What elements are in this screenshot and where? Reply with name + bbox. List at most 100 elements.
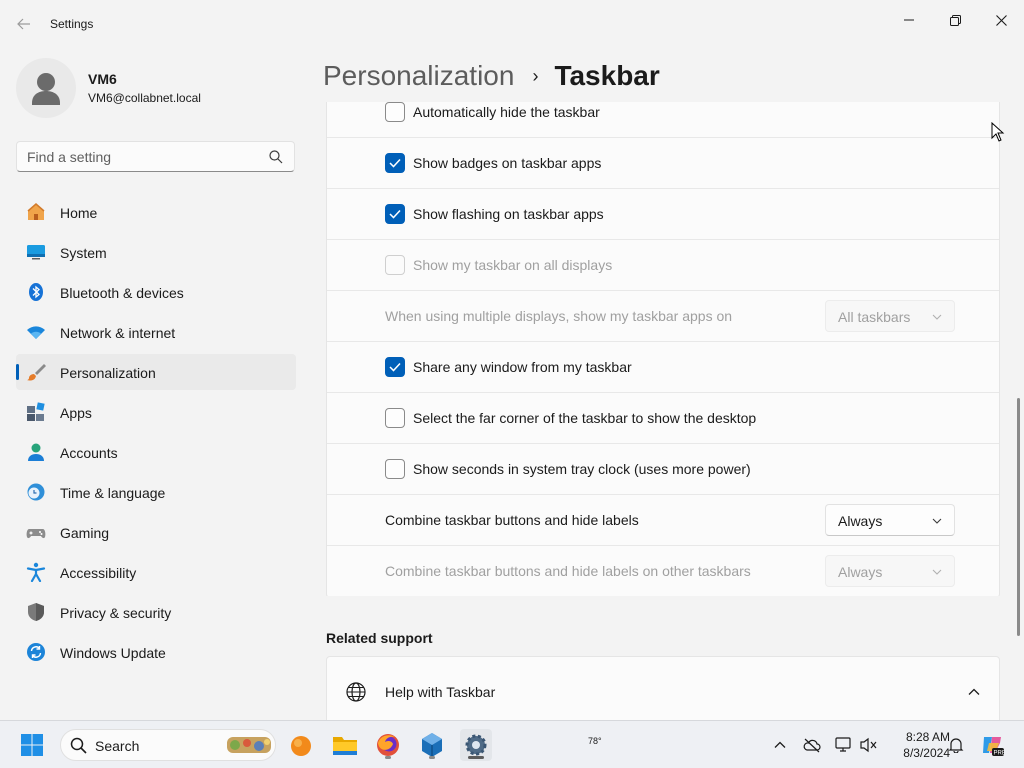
minimize-button[interactable]: [886, 4, 932, 36]
chevron-down-icon: [932, 314, 942, 320]
all-displays-checkbox: [385, 255, 405, 275]
taskbar-app-virtualbox[interactable]: [416, 729, 448, 761]
avatar: [16, 58, 76, 118]
search-highlight-icon: [227, 737, 271, 753]
person-avatar-icon: [32, 73, 60, 105]
sidebar-item-label: Apps: [60, 405, 92, 421]
far-corner-checkbox[interactable]: [385, 408, 405, 428]
dropdown-value: Always: [838, 564, 883, 580]
wifi-icon: [27, 326, 45, 339]
search-icon: [70, 737, 87, 754]
weather-widget[interactable]: 78°: [288, 729, 602, 761]
sidebar-item-system[interactable]: System: [16, 234, 296, 270]
checkmark-icon: [389, 362, 401, 372]
search-input[interactable]: [17, 142, 262, 171]
setting-row-all-displays: Show my taskbar on all displays: [327, 240, 999, 291]
combine-buttons-dropdown[interactable]: Always: [825, 504, 955, 536]
help-with-taskbar[interactable]: Help with Taskbar: [326, 656, 1000, 724]
sidebar-item-time-language[interactable]: Time & language: [16, 474, 296, 510]
file-explorer-icon: [333, 737, 357, 755]
sidebar-item-accounts[interactable]: Accounts: [16, 434, 296, 470]
notifications-button[interactable]: [946, 735, 966, 755]
sidebar-item-apps[interactable]: Apps: [16, 394, 296, 430]
sidebar-item-label: Bluetooth & devices: [60, 285, 184, 301]
scrollbar-thumb[interactable]: [1017, 398, 1020, 636]
minimize-icon: [904, 19, 914, 21]
user-profile[interactable]: VM6 VM6@collabnet.local: [16, 58, 296, 118]
sidebar-item-privacy-security[interactable]: Privacy & security: [16, 594, 296, 630]
setting-label: Combine taskbar buttons and hide labels …: [385, 563, 751, 579]
share-window-checkbox[interactable]: [385, 357, 405, 377]
setting-label: Share any window from my taskbar: [413, 359, 632, 375]
setting-row-flashing: Show flashing on taskbar apps: [327, 189, 999, 240]
taskbar-app-settings[interactable]: [460, 729, 492, 761]
user-name: VM6: [88, 71, 117, 87]
settings-card: Automatically hide the taskbar Show badg…: [326, 102, 1000, 596]
onedrive-tray[interactable]: [802, 735, 822, 755]
clock-time: 8:28 AM: [905, 730, 950, 744]
page-title: Taskbar: [554, 60, 660, 91]
clock-date: 8/3/2024: [903, 746, 950, 760]
sidebar-item-label: Gaming: [60, 525, 110, 541]
sidebar-item-accessibility[interactable]: Accessibility: [16, 554, 296, 590]
title-bar: Settings: [0, 0, 1024, 48]
open-indicator: [429, 756, 435, 759]
taskbar-search-label: Search: [95, 738, 140, 754]
start-icon: [21, 734, 43, 756]
sync-icon: [27, 643, 45, 661]
restore-button[interactable]: [932, 4, 978, 36]
multi-display-dropdown: All taskbars: [825, 300, 955, 332]
breadcrumb-parent[interactable]: Personalization: [323, 60, 514, 92]
setting-label: Show my taskbar on all displays: [413, 257, 613, 273]
person-icon: [28, 443, 44, 461]
sidebar-item-label: Home: [60, 205, 98, 221]
taskbar-app-firefox[interactable]: [372, 729, 404, 761]
copilot-button[interactable]: PRE: [980, 733, 1004, 757]
network-tray[interactable]: [834, 735, 854, 755]
sidebar-item-label: Network & internet: [60, 325, 176, 341]
setting-row-share-window: Share any window from my taskbar: [327, 342, 999, 393]
chevron-up-icon[interactable]: [967, 685, 981, 699]
system-clock[interactable]: 8:28 AM 8/3/2024: [886, 729, 950, 761]
taskbar-app-file-explorer[interactable]: [329, 729, 361, 761]
setting-row-combine-other: Combine taskbar buttons and hide labels …: [327, 546, 999, 596]
related-support-heading: Related support: [326, 630, 433, 646]
badges-checkbox[interactable]: [385, 153, 405, 173]
sidebar-item-label: Privacy & security: [60, 605, 172, 621]
back-button[interactable]: [10, 12, 38, 36]
sidebar-nav: Home System Bluetooth & devices Network …: [16, 194, 296, 674]
sidebar-item-home[interactable]: Home: [16, 194, 296, 230]
gamepad-icon: [26, 529, 46, 539]
shield-icon: [28, 603, 44, 621]
mouse-pointer-icon: [991, 122, 1005, 142]
sidebar-item-label: Accounts: [60, 445, 118, 461]
show-hidden-icons[interactable]: [770, 735, 790, 755]
taskbar-search[interactable]: Search: [60, 729, 276, 761]
bluetooth-icon: [29, 283, 43, 301]
setting-row-combine-buttons: Combine taskbar buttons and hide labels …: [327, 495, 999, 546]
chevron-down-icon: [932, 569, 942, 575]
app-title: Settings: [50, 17, 94, 31]
setting-label: Show seconds in system tray clock (uses …: [413, 461, 751, 477]
volume-tray[interactable]: [859, 735, 879, 755]
auto-hide-checkbox[interactable]: [385, 102, 405, 122]
clock-seconds-checkbox[interactable]: [385, 459, 405, 479]
close-button[interactable]: [978, 4, 1024, 36]
sidebar-item-label: System: [60, 245, 107, 261]
combine-other-dropdown: Always: [825, 555, 955, 587]
sidebar-item-bluetooth[interactable]: Bluetooth & devices: [16, 274, 296, 310]
setting-label: Select the far corner of the taskbar to …: [413, 410, 757, 426]
help-label: Help with Taskbar: [385, 684, 496, 700]
checkmark-icon: [389, 158, 401, 168]
flashing-checkbox[interactable]: [385, 204, 405, 224]
monitor-icon: [27, 245, 45, 260]
settings-search[interactable]: [16, 141, 295, 172]
sidebar-item-gaming[interactable]: Gaming: [16, 514, 296, 550]
paintbrush-icon: [27, 364, 46, 381]
sidebar-item-network[interactable]: Network & internet: [16, 314, 296, 350]
sidebar-item-windows-update[interactable]: Windows Update: [16, 634, 296, 670]
sidebar-item-personalization[interactable]: Personalization: [16, 354, 296, 390]
clock-globe-icon: [27, 483, 45, 501]
copilot-icon: PRE: [983, 737, 1004, 757]
start-button[interactable]: [16, 729, 48, 761]
